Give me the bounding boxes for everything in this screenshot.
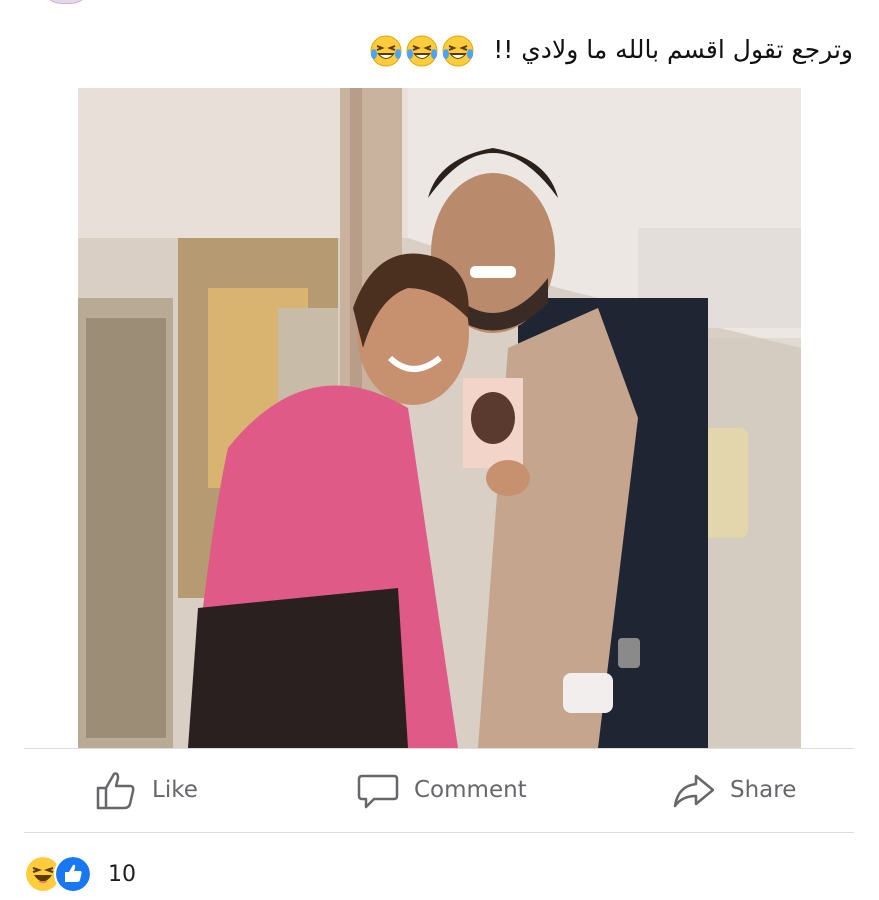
divider-top	[24, 748, 854, 749]
share-arrow-icon	[673, 774, 715, 808]
post-action-bar: Like Comment Share	[0, 752, 879, 828]
page-avatar[interactable]	[40, 0, 92, 4]
reaction-summary[interactable]: 10	[24, 852, 136, 896]
post-caption: وترجع تقول اقسم بالله ما ولادي !!	[493, 35, 853, 64]
divider-bottom	[24, 832, 854, 833]
emoji-group	[369, 34, 475, 68]
comment-button[interactable]: Comment	[356, 752, 527, 828]
share-label: Share	[730, 777, 797, 803]
post-photo[interactable]	[78, 88, 801, 748]
reaction-count: 10	[108, 861, 136, 887]
post-text: وترجع تقول اقسم بالله ما ولادي !!	[33, 30, 853, 70]
comment-label: Comment	[414, 777, 527, 803]
thumbs-up-icon	[96, 772, 135, 810]
laughing-tears-emoji-icon	[406, 35, 438, 67]
comment-bubble-icon	[357, 774, 399, 809]
like-reaction-icon	[54, 855, 92, 893]
photo-illustration	[78, 88, 801, 748]
laughing-tears-emoji-icon	[370, 35, 402, 67]
laughing-tears-emoji-icon	[442, 35, 474, 67]
share-button[interactable]: Share	[672, 752, 796, 828]
like-label: Like	[152, 777, 198, 803]
like-button[interactable]: Like	[94, 752, 198, 828]
